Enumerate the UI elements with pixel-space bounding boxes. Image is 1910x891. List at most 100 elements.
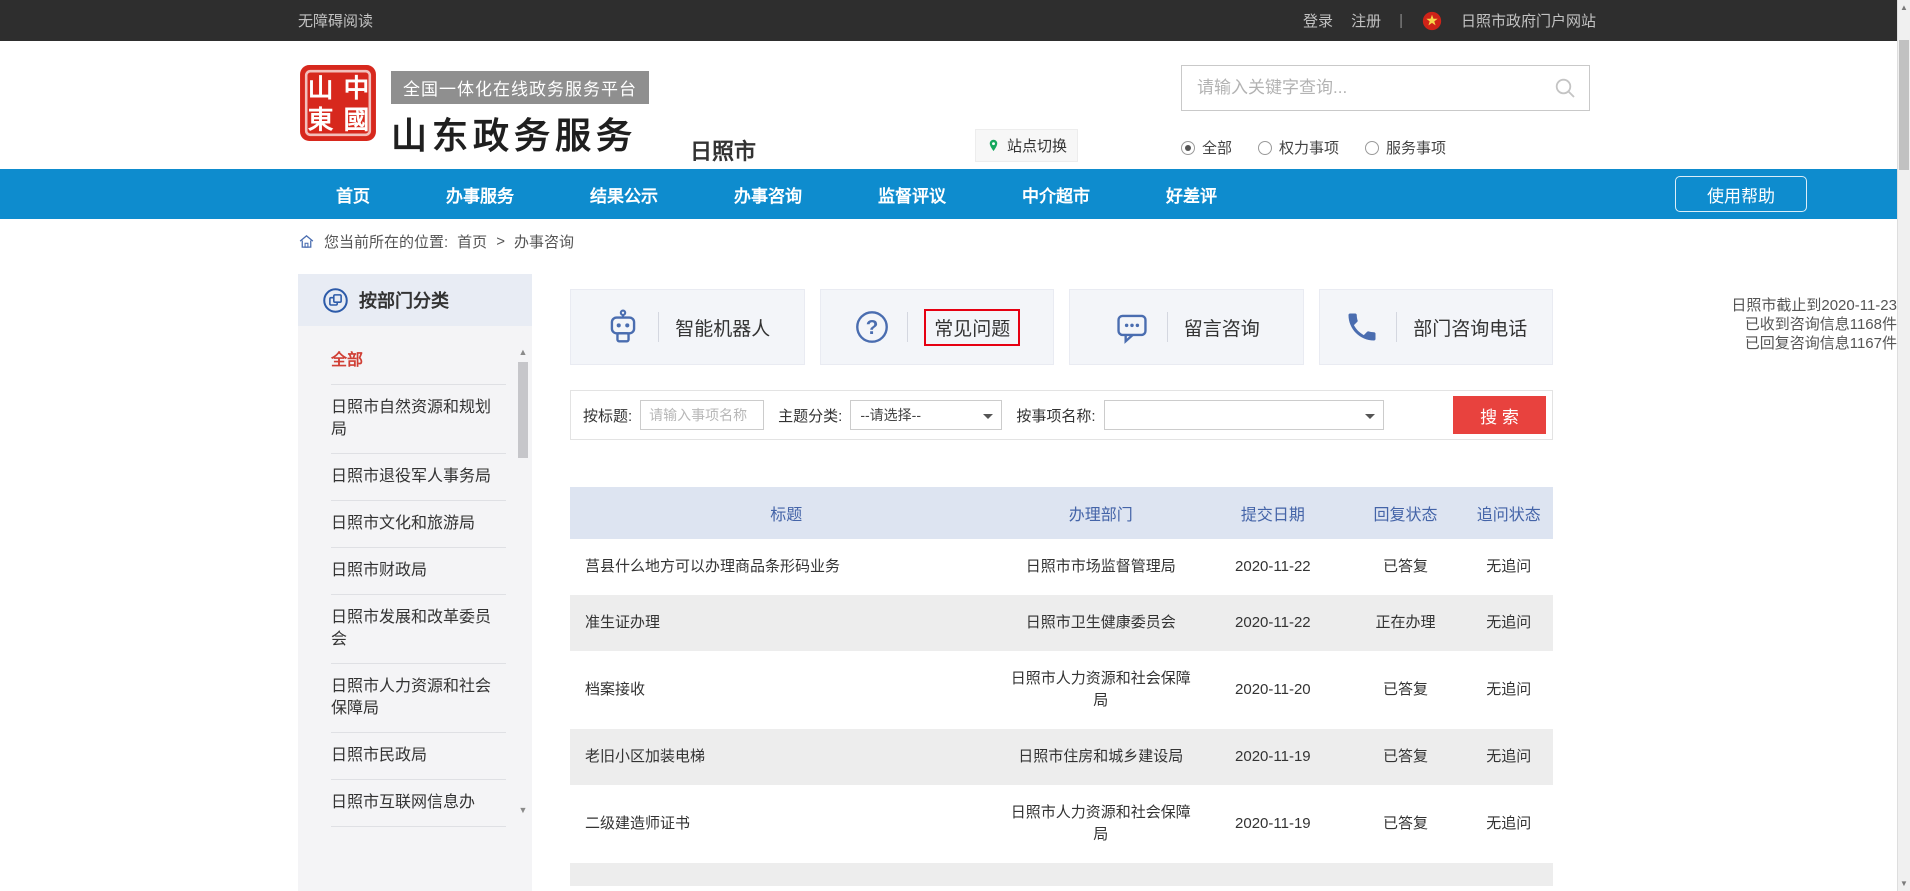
- site-switch-button[interactable]: 站点切换: [975, 129, 1078, 162]
- portal-link[interactable]: 日照市政府门户网站: [1461, 10, 1596, 31]
- login-link[interactable]: 登录: [1303, 10, 1333, 31]
- nav-item-rating[interactable]: 好差评: [1166, 182, 1217, 207]
- radio-icon: [1258, 141, 1272, 155]
- table-row: 二级建造师证书 日照市人力资源和社会保障局 2020-11-19 已答复 无追问: [570, 785, 1553, 863]
- scroll-down-icon[interactable]: ▼: [517, 804, 529, 816]
- scope-radio-service[interactable]: 服务事项: [1365, 137, 1446, 158]
- message-icon: [1113, 308, 1151, 346]
- tab-robot[interactable]: 智能机器人: [570, 289, 805, 365]
- nav-item-consult[interactable]: 办事咨询: [734, 182, 802, 207]
- breadcrumb: 您当前所在的位置: 首页 > 办事咨询: [298, 231, 574, 252]
- department-filter-panel: 按部门分类 全部 日照市自然资源和规划局 日照市退役军人事务局 日照市文化和旅游…: [298, 274, 532, 891]
- svg-text:山: 山: [308, 74, 334, 103]
- sidebar-item[interactable]: 日照市退役军人事务局: [331, 454, 506, 501]
- nav-item-supervision[interactable]: 监督评议: [878, 182, 946, 207]
- title-filter-input[interactable]: [640, 400, 764, 430]
- register-link[interactable]: 注册: [1351, 10, 1381, 31]
- sidebar-item[interactable]: 日照市财政局: [331, 548, 506, 595]
- stats-summary: 日照市截止到2020-11-23 已收到咨询信息1168件 已回复咨询信息116…: [1705, 296, 1897, 353]
- search-area: 全部 权力事项 服务事项: [1181, 65, 1590, 158]
- topbar-right: 登录 注册 | 日照市政府门户网站: [1303, 10, 1596, 32]
- reply-status-cell: 已答复: [1347, 785, 1465, 863]
- date-cell: 2020-11-19: [1199, 785, 1346, 863]
- tab-faq[interactable]: ? 常见问题: [820, 289, 1055, 365]
- tab-label: 留言咨询: [1184, 314, 1260, 341]
- platform-tagline: 全国一体化在线政务服务平台: [391, 71, 649, 104]
- sidebar-title: 按部门分类: [359, 287, 449, 313]
- svg-text:中: 中: [344, 74, 370, 103]
- category-select[interactable]: --请选择--: [850, 400, 1002, 430]
- scroll-up-icon[interactable]: ▲: [1898, 0, 1910, 15]
- reply-status-cell: 正在办理: [1347, 595, 1465, 651]
- item-name-select[interactable]: [1104, 400, 1384, 430]
- title-cell[interactable]: 档案接收: [570, 651, 1003, 729]
- scope-radio-all[interactable]: 全部: [1181, 137, 1232, 158]
- search-box: [1181, 65, 1590, 111]
- keyword-search-input[interactable]: [1197, 78, 1553, 98]
- sidebar-item[interactable]: 日照市文化和旅游局: [331, 501, 506, 548]
- column-header: 提交日期: [1199, 487, 1346, 539]
- item-filter-label: 按事项名称:: [1016, 405, 1095, 426]
- nav-item-services[interactable]: 办事服务: [446, 182, 514, 207]
- breadcrumb-current[interactable]: 办事咨询: [514, 231, 574, 252]
- sidebar-item[interactable]: 日照市人力资源和社会保障局: [331, 664, 506, 733]
- sidebar-item[interactable]: 日照市民政局: [331, 733, 506, 780]
- sidebar-scrollbar-thumb[interactable]: [518, 362, 528, 458]
- title-cell[interactable]: 准生证办理: [570, 595, 1003, 651]
- consult-table: 标题 办理部门 提交日期 回复状态 追问状态 莒县什么地方可以办理商品条形码业务…: [570, 487, 1553, 886]
- reply-status-cell: 已答复: [1347, 539, 1465, 595]
- department-category-icon: [322, 287, 349, 314]
- scope-radio-power[interactable]: 权力事项: [1258, 137, 1339, 158]
- sidebar-item-all[interactable]: 全部: [331, 338, 506, 385]
- page-scrollbar-thumb[interactable]: [1899, 40, 1909, 170]
- title-cell[interactable]: 莒县什么地方可以办理商品条形码业务: [570, 539, 1003, 595]
- home-icon: [298, 233, 315, 250]
- sidebar-item[interactable]: 日照市发展和改革委员会: [331, 595, 506, 664]
- scope-label: 全部: [1202, 137, 1232, 158]
- radio-icon: [1181, 141, 1195, 155]
- tab-divider: [1396, 312, 1397, 342]
- scroll-up-icon[interactable]: ▲: [517, 346, 529, 358]
- breadcrumb-separator: >: [496, 233, 505, 250]
- category-filter-label: 主题分类:: [778, 405, 842, 426]
- table-row-partial: [570, 863, 1553, 886]
- sidebar-item[interactable]: 日照市互联网信息办: [331, 780, 506, 827]
- city-name: 日照市: [690, 134, 756, 166]
- tab-phone[interactable]: 部门咨询电话: [1319, 289, 1554, 365]
- tab-message[interactable]: 留言咨询: [1069, 289, 1304, 365]
- help-button[interactable]: 使用帮助: [1675, 176, 1807, 212]
- search-button[interactable]: 搜 索: [1453, 396, 1546, 434]
- title-filter-label: 按标题:: [583, 405, 632, 426]
- phone-icon: [1344, 309, 1380, 345]
- reply-status-cell: 已答复: [1347, 729, 1465, 785]
- nav-item-results[interactable]: 结果公示: [590, 182, 658, 207]
- site-header: 中 國 山 東 全国一体化在线政务服务平台 山东政务服务 日照市 站点切换: [0, 41, 1897, 169]
- main-nav: 首页 办事服务 结果公示 办事咨询 监督评议 中介超市 好差评 使用帮助: [0, 169, 1897, 219]
- search-icon[interactable]: [1553, 76, 1577, 100]
- sidebar-item[interactable]: 日照市自然资源和规划局: [331, 385, 506, 454]
- table-header-row: 标题 办理部门 提交日期 回复状态 追问状态: [570, 487, 1553, 539]
- search-scope-options: 全部 权力事项 服务事项: [1181, 137, 1590, 158]
- column-header: 追问状态: [1465, 487, 1554, 539]
- breadcrumb-home-link[interactable]: 首页: [457, 231, 487, 252]
- site-switch-label: 站点切换: [1007, 135, 1067, 156]
- table-row: 莒县什么地方可以办理商品条形码业务 日照市市场监督管理局 2020-11-22 …: [570, 539, 1553, 595]
- title-cell[interactable]: 二级建造师证书: [570, 785, 1003, 863]
- nav-item-agency-market[interactable]: 中介超市: [1022, 182, 1090, 207]
- accessibility-link[interactable]: 无障碍阅读: [298, 10, 373, 31]
- reply-status-cell: 已答复: [1347, 651, 1465, 729]
- date-cell: 2020-11-22: [1199, 595, 1346, 651]
- stat-line: 已回复咨询信息1167件: [1705, 334, 1897, 353]
- column-header: 回复状态: [1347, 487, 1465, 539]
- scroll-down-icon[interactable]: ▼: [1898, 876, 1910, 891]
- page: 无障碍阅读 登录 注册 | 日照市政府门户网站 中 國 山 東 全国一体化在线政…: [0, 0, 1910, 891]
- department-cell: 日照市市场监督管理局: [1003, 539, 1200, 595]
- title-cell[interactable]: 老旧小区加装电梯: [570, 729, 1003, 785]
- breadcrumb-label: 您当前所在的位置:: [324, 231, 448, 252]
- date-cell: 2020-11-20: [1199, 651, 1346, 729]
- department-list: 全部 日照市自然资源和规划局 日照市退役军人事务局 日照市文化和旅游局 日照市财…: [298, 326, 532, 827]
- nav-item-home[interactable]: 首页: [336, 182, 370, 207]
- followup-status-cell: 无追问: [1465, 539, 1554, 595]
- topbar-divider: |: [1399, 12, 1403, 29]
- sidebar-scrollbar: ▲ ▼: [517, 346, 529, 816]
